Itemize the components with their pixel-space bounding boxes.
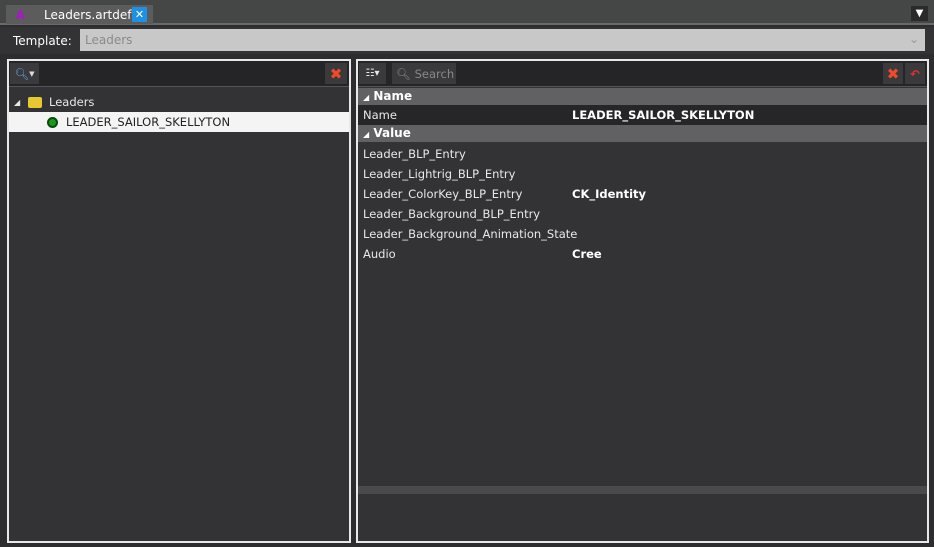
section-header-name[interactable]: ◢ Name: [358, 88, 927, 105]
template-select[interactable]: Leaders ⌄: [80, 29, 925, 51]
tree-folder-leaders[interactable]: ◢ Leaders: [9, 92, 349, 112]
close-tab-button[interactable]: ✕: [132, 7, 147, 22]
template-label: Template:: [13, 34, 72, 48]
folder-icon: [28, 96, 42, 108]
sort-categories-icon[interactable]: ☷▾: [359, 63, 386, 84]
description-splitter[interactable]: [358, 486, 927, 494]
expand-icon[interactable]: ◢: [14, 98, 28, 107]
tree-panel: 🔍︎ ▼ ✖ ◢ Leaders LEADER_SAILOR_SKELLYTON: [7, 59, 351, 543]
properties-panel: ☷▾ 🔍︎ Search ✖ ↶ ◢ Name Name LEADER_SAILO…: [356, 59, 929, 543]
property-row[interactable]: Leader_ColorKey_BLP_Entry CK_Identity: [358, 184, 927, 204]
search-input[interactable]: 🔍︎ Search: [392, 63, 456, 84]
property-key: Leader_Background_Animation_State: [363, 227, 578, 241]
property-key: Leader_BLP_Entry: [363, 147, 466, 161]
property-key: Leader_ColorKey_BLP_Entry: [363, 187, 523, 201]
property-row[interactable]: Leader_Background_BLP_Entry: [358, 204, 927, 224]
tab-title: Leaders.artdef: [44, 7, 132, 22]
tree-toolbar: 🔍︎ ▼ ✖: [9, 61, 349, 87]
properties-toolbar: ☷▾ 🔍︎ Search ✖ ↶: [358, 61, 927, 87]
section-header-value[interactable]: ◢ Value: [358, 125, 927, 142]
property-row[interactable]: Leader_Background_Animation_State: [358, 224, 927, 244]
property-row[interactable]: Leader_Lightrig_BLP_Entry: [358, 164, 927, 184]
property-row[interactable]: Name LEADER_SAILOR_SKELLYTON: [358, 105, 927, 125]
tab-leaders-artdef[interactable]: A Leaders.artdef ✕: [6, 5, 153, 24]
property-key: Name: [363, 108, 397, 122]
property-key: Leader_Lightrig_BLP_Entry: [363, 167, 516, 181]
artdef-icon: A: [16, 7, 25, 22]
leader-status-icon: [47, 116, 58, 128]
property-row[interactable]: Audio Cree: [358, 244, 927, 264]
tab-list-menu-icon[interactable]: ▼: [911, 6, 928, 21]
tree-label: Leaders: [49, 95, 95, 109]
section-title: Value: [373, 126, 411, 140]
property-key: Leader_Background_BLP_Entry: [363, 207, 541, 221]
chevron-down-icon: ⌄: [908, 32, 919, 46]
property-row[interactable]: Leader_BLP_Entry: [358, 144, 927, 164]
property-key: Audio: [363, 247, 396, 261]
clear-filter-icon[interactable]: ✖: [325, 63, 347, 84]
template-value: Leaders: [85, 33, 133, 47]
search-icon: 🔍︎: [396, 66, 411, 81]
property-value[interactable]: CK_Identity: [572, 184, 646, 204]
clear-icon[interactable]: ✖: [883, 63, 903, 84]
search-filter-icon[interactable]: 🔍︎ ▼: [10, 63, 39, 84]
tree-item[interactable]: LEADER_SAILOR_SKELLYTON: [9, 112, 349, 132]
undo-icon[interactable]: ↶: [905, 63, 925, 84]
search-placeholder: Search: [414, 66, 455, 81]
property-value[interactable]: Cree: [572, 244, 602, 264]
section-title: Name: [373, 89, 413, 103]
property-value[interactable]: LEADER_SAILOR_SKELLYTON: [572, 105, 754, 125]
tree-label: LEADER_SAILOR_SKELLYTON: [66, 115, 231, 129]
